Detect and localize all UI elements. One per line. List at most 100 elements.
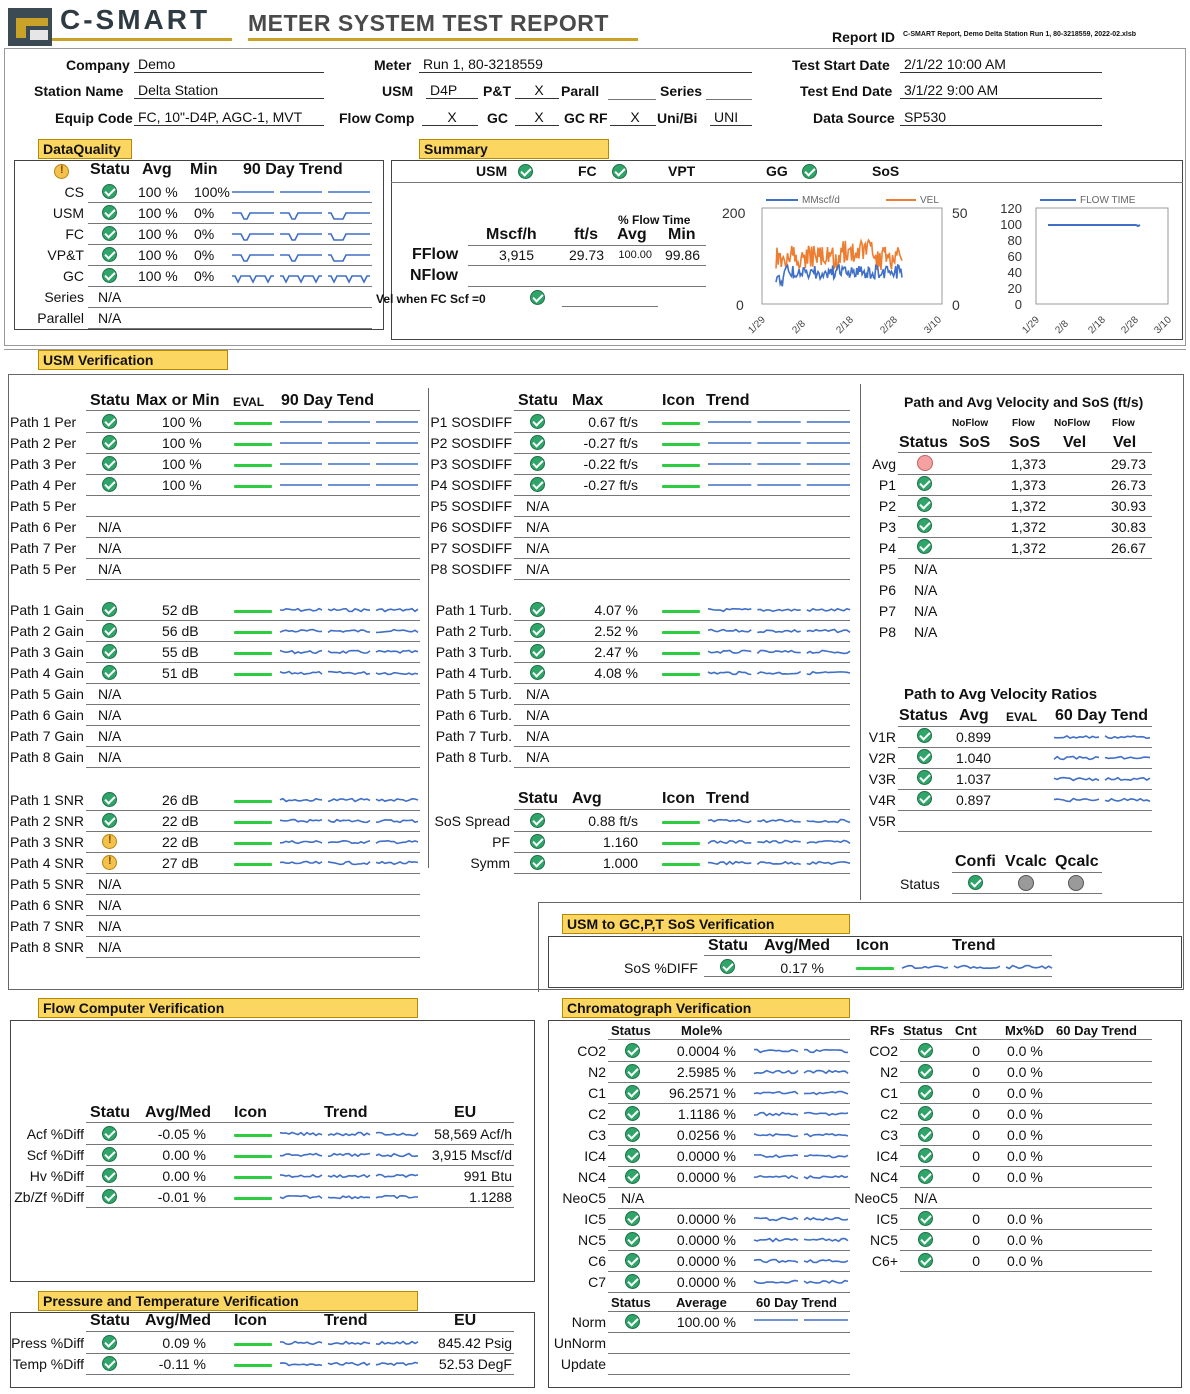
row-underline [608, 1103, 850, 1104]
row-underline [608, 1166, 850, 1167]
usm-misc-value: 0.88 ft/s [588, 813, 638, 829]
trend-sparkline [280, 442, 418, 444]
parall-label: Parall [561, 83, 600, 99]
usm-snr-na: N/A [98, 897, 122, 913]
chart1-x-tick: 2/18 [834, 314, 856, 336]
ok-status-icon [530, 813, 545, 828]
trend-line [327, 818, 371, 824]
trend-sparkline [707, 607, 851, 613]
trend-sparkline [753, 1279, 849, 1285]
trend-line [327, 1131, 371, 1137]
usm-sos-value: 0.67 ft/s [588, 414, 638, 430]
trend-line [279, 670, 323, 676]
row-underline [898, 789, 1152, 790]
ok-status-icon [530, 477, 545, 492]
usm-section-title: USM Verification [38, 350, 228, 370]
chrom-h-mxd: Mx%D [1005, 1023, 1045, 1038]
pathvel-row-vel: 26.67 [1110, 540, 1146, 556]
title-underline [248, 38, 638, 41]
trend-sparkline [1053, 776, 1151, 782]
row-underline [514, 432, 850, 433]
dq-header-trend: 90 Day Trend [243, 161, 343, 178]
usm-c2b-h-icon: Icon [662, 790, 695, 807]
fc-row-eu: 991 Btu [463, 1168, 512, 1184]
trend-line [280, 212, 322, 220]
trend-line [806, 628, 851, 634]
ok-status-icon [530, 623, 545, 638]
trend-sparkline [754, 1319, 848, 1321]
confi-h2: Vcalc [1005, 853, 1047, 870]
usm-sos-label: P6 SOSDIFF [430, 519, 512, 535]
fc-h-avg: Avg/Med [145, 1104, 212, 1121]
ok-status-icon [918, 1106, 933, 1121]
chrom-row-mole: 0.0000 % [676, 1274, 736, 1290]
ok-status-icon [625, 1106, 640, 1121]
trend-line [328, 212, 370, 220]
usm-per-na: N/A [98, 561, 122, 577]
row-underline [514, 831, 850, 832]
ratio-row-value: 0.897 [956, 792, 992, 808]
dq-header-avg: Avg [142, 161, 172, 178]
usm-snr-label: Path 7 SNR [10, 918, 84, 934]
eval-bar [662, 485, 700, 488]
start-label: Test Start Date [792, 57, 890, 73]
trend-line [375, 818, 419, 824]
trend-line [375, 607, 419, 613]
report-title: METER SYSTEM TEST REPORT [248, 10, 609, 36]
row-underline [900, 1229, 1152, 1230]
trend-line [707, 839, 752, 845]
trend-sparkline [279, 1361, 419, 1367]
row-underline [898, 495, 1152, 496]
dq-row-avg: 100 % [138, 226, 178, 242]
chrom-row-mole: 0.0256 % [676, 1127, 736, 1143]
chrom-rf-cnt: 0 [972, 1127, 980, 1143]
pt-h-underline [86, 1331, 514, 1332]
chart1-yright-min: 0 [952, 297, 960, 313]
dq-row-avg: 100 % [138, 184, 178, 200]
end-label: Test End Date [800, 83, 893, 99]
usm-c2b-h-avg: Avg [572, 790, 602, 807]
chrom-row-mole: 0.0000 % [676, 1211, 736, 1227]
pathvel-row-na: N/A [914, 561, 938, 577]
chrom-row-na: N/A [621, 1190, 645, 1206]
pathvel-h-vel1: Vel [1063, 434, 1087, 451]
trend-line [953, 964, 1001, 970]
chrom-row-mole: 0.0004 % [676, 1043, 736, 1059]
usm-sos-label: P1 SOSDIFF [430, 414, 512, 430]
vel-when-fc-underline [562, 306, 658, 307]
trend-line [707, 628, 752, 633]
chrom-row-label: NC5 [577, 1232, 606, 1248]
fflow-min: 99.86 [664, 247, 700, 263]
pathvel-row-label: P6 [878, 582, 896, 598]
trend-line [1104, 776, 1151, 782]
usm-turb-value: 4.07 % [594, 602, 638, 618]
pathvel-row-label: P1 [878, 477, 896, 493]
eval-bar [234, 863, 272, 866]
chrom-row-label: C7 [588, 1274, 606, 1290]
ok-status-icon [102, 665, 117, 680]
dq-row-label: GC [63, 268, 84, 284]
usm-turb-label: Path 3 Turb. [435, 644, 512, 660]
trend-sparkline [232, 254, 370, 262]
usm-per-label: Path 1 Per [10, 414, 77, 430]
usm-gain-label: Path 5 Gain [10, 686, 84, 702]
trend-sparkline [279, 649, 419, 655]
row-underline [900, 1208, 1152, 1209]
row-underline [514, 641, 850, 642]
row-underline [514, 495, 850, 496]
row-underline [898, 810, 1152, 811]
row-underline [608, 1332, 850, 1333]
pathvel-row-sos: 1,372 [1010, 540, 1046, 556]
usmgc-row-label: SoS %DIFF [624, 960, 698, 976]
chrom-row-label: CO2 [577, 1043, 606, 1059]
usm-c2-h-icon: Icon [662, 392, 695, 409]
fc-row-value: -0.05 % [157, 1126, 206, 1142]
row-underline [608, 1250, 850, 1251]
chrom-h-status2: Status [903, 1023, 943, 1038]
ok-status-icon [625, 1127, 640, 1142]
usm-label: USM [382, 83, 414, 99]
chart2-x-tick: 3/10 [1152, 314, 1174, 336]
ratios-h-underline [898, 726, 1152, 727]
fc-row-label: Acf %Diff [26, 1126, 84, 1142]
ok-status-icon [102, 456, 117, 471]
